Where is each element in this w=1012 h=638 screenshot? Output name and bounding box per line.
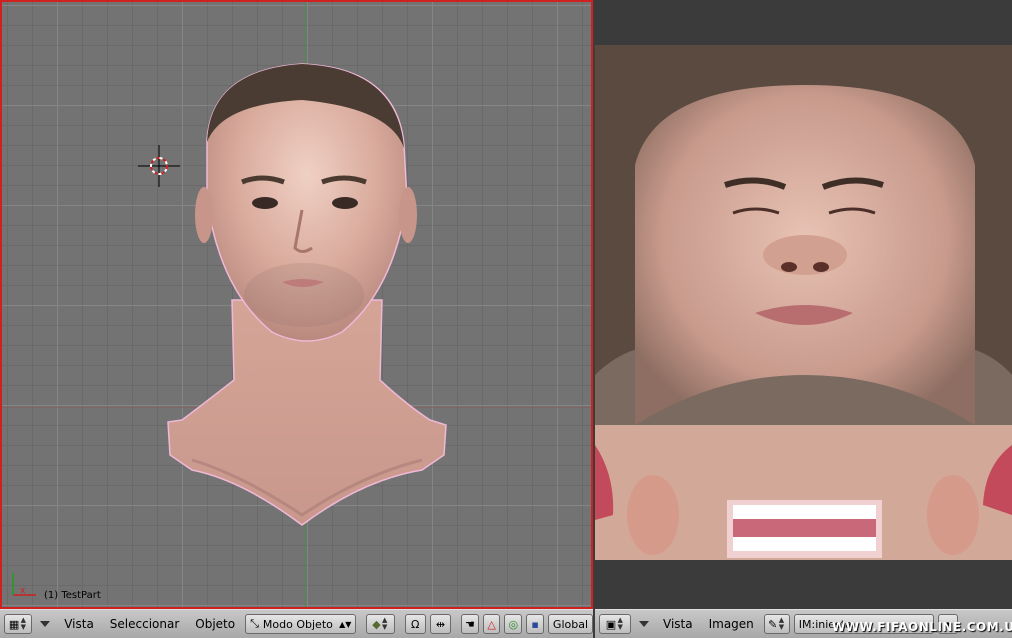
face-texture-image: [595, 45, 1012, 560]
solid-shading-icon: ◆: [372, 617, 381, 631]
pin-button[interactable]: ✎ ▲ ▼: [763, 614, 790, 634]
orientation-value: Global: [552, 617, 589, 631]
pivot-icon: Ω: [411, 617, 420, 631]
menu-seleccionar[interactable]: Seleccionar: [104, 614, 185, 634]
3d-cursor-icon[interactable]: [138, 145, 180, 187]
pivot-button[interactable]: Ω: [404, 614, 426, 634]
menu-vista-right[interactable]: Vista: [657, 614, 699, 634]
snap-button[interactable]: ⇹: [429, 614, 452, 634]
editor-type-button-right[interactable]: ▣ ▲ ▼: [599, 614, 631, 634]
mode-dropdown[interactable]: ⤡ Modo Objeto ▲▼: [245, 614, 357, 634]
collapse-menu-icon-right[interactable]: [639, 621, 649, 627]
dropdown-arrow-icon: ▲▼: [339, 619, 352, 629]
snap-icon: ⇹: [435, 617, 446, 631]
hand-icon: ☚: [464, 617, 475, 631]
watermark: WWW.FIFAONLINE.COM.UA: [832, 620, 1012, 634]
head-model[interactable]: [162, 60, 452, 530]
shading-dropdown[interactable]: ◆ ▲ ▼: [366, 614, 395, 634]
menu-vista[interactable]: Vista: [58, 614, 100, 634]
pin-icon: ✎: [768, 617, 778, 631]
collapse-menu-icon[interactable]: [40, 621, 51, 627]
active-object-label: (1) TestPart: [44, 590, 101, 601]
translate-manipulator[interactable]: △: [482, 614, 501, 634]
menu-imagen[interactable]: Imagen: [703, 614, 760, 634]
image-editor-icon: ▣: [605, 617, 617, 631]
editor-type-button[interactable]: ▦ ▲ ▼: [4, 614, 33, 634]
rotate-icon: ◎: [508, 617, 519, 631]
image-editor[interactable]: [595, 0, 1012, 609]
scale-manipulator[interactable]: ▪: [526, 614, 544, 634]
menu-objeto[interactable]: Objeto: [189, 614, 241, 634]
scale-icon: ▪: [531, 617, 539, 631]
rotate-manipulator[interactable]: ◎: [504, 614, 523, 634]
translate-icon: △: [487, 617, 496, 631]
3d-viewport-header: ▦ ▲ ▼ Vista Seleccionar Objeto ⤡ Modo Obje…: [0, 609, 594, 638]
svg-text:x: x: [20, 586, 26, 596]
3d-viewport[interactable]: x (1) TestPart: [0, 0, 593, 609]
object-mode-icon: ⤡: [250, 617, 259, 630]
mode-value: Modo Objeto: [262, 617, 333, 631]
axis-gizmo-icon: x: [12, 573, 36, 596]
orientation-dropdown[interactable]: Global: [547, 614, 594, 634]
manipulator-toggle[interactable]: ☚: [461, 614, 479, 634]
grid-icon: ▦: [8, 617, 20, 631]
